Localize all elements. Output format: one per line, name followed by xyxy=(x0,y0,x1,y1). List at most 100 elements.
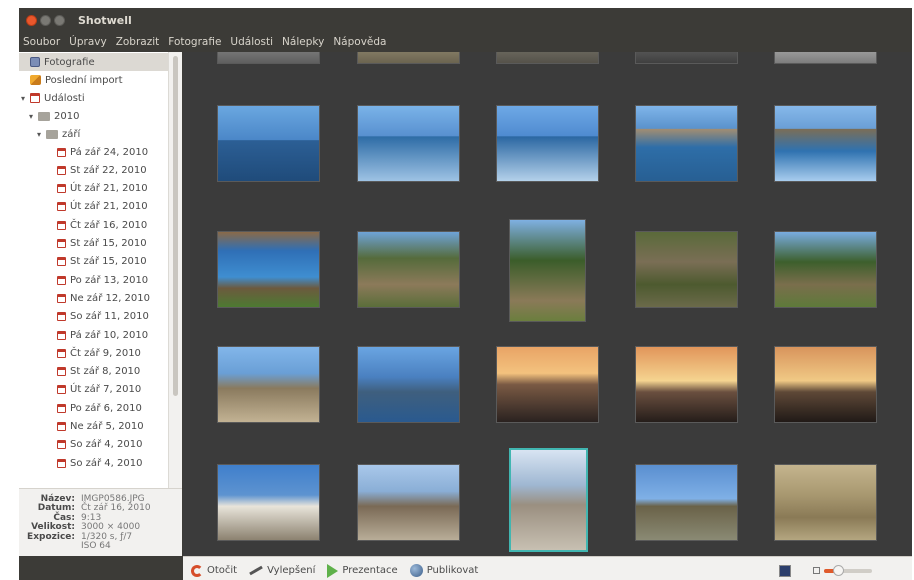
sidebar-item-day[interactable]: Ne zář 12, 2010 xyxy=(57,289,150,307)
menu-napoveda[interactable]: Nápověda xyxy=(333,36,386,48)
meta-exposure-key: Expozice: xyxy=(27,531,75,542)
sidebar-item-day[interactable]: St zář 8, 2010 xyxy=(57,363,140,381)
publish-label: Publikovat xyxy=(426,565,479,576)
expander-down-icon[interactable]: ▾ xyxy=(21,94,30,103)
thumb-sunset-1[interactable] xyxy=(496,346,599,423)
thumb-top-2[interactable] xyxy=(357,52,460,64)
menu-upravy[interactable]: Úpravy xyxy=(69,36,107,48)
slideshow-button[interactable]: Prezentace xyxy=(327,563,398,578)
thumb-church[interactable] xyxy=(217,464,320,541)
thumb-garden[interactable] xyxy=(357,231,460,308)
thumb-top-3[interactable] xyxy=(496,52,599,64)
thumb-mountain[interactable] xyxy=(357,346,460,423)
sidebar-item-day[interactable]: So zář 4, 2010 xyxy=(57,454,142,472)
sidebar-item-day[interactable]: So zář 11, 2010 xyxy=(57,308,149,326)
slideshow-label: Prezentace xyxy=(342,565,398,576)
menu-fotografie[interactable]: Fotografie xyxy=(168,36,221,48)
expander-down-icon[interactable]: ▾ xyxy=(29,112,38,121)
menu-soubor[interactable]: Soubor xyxy=(23,36,60,48)
thumb-sunset-2[interactable] xyxy=(635,346,738,423)
shotwell-window: Shotwell Soubor Úpravy Zobrazit Fotograf… xyxy=(19,8,912,580)
sidebar-item-day[interactable]: Čt zář 9, 2010 xyxy=(57,344,141,362)
zoom-out-icon[interactable] xyxy=(813,567,820,574)
close-icon[interactable] xyxy=(26,14,37,26)
calendar-icon xyxy=(30,93,40,103)
menu-udalosti[interactable]: Události xyxy=(230,36,273,48)
menu-zobrazit[interactable]: Zobrazit xyxy=(116,36,160,48)
bottom-toolbar: Otočit Vylepšení Prezentace Publikovat xyxy=(183,556,912,580)
thumb-lake-3[interactable] xyxy=(496,105,599,182)
sidebar-item-month[interactable]: ▾ září xyxy=(37,125,80,143)
sidebar-item-last-import[interactable]: Poslední import xyxy=(30,71,123,89)
sidebar-item-day[interactable]: Po zář 13, 2010 xyxy=(57,271,148,289)
sidebar-item-day[interactable]: Ne zář 5, 2010 xyxy=(57,418,144,436)
thumb-top-1[interactable] xyxy=(217,52,320,64)
sidebar-item-day[interactable]: St zář 15, 2010 xyxy=(57,253,147,271)
publish-button[interactable]: Publikovat xyxy=(409,564,479,577)
enhance-button[interactable]: Vylepšení xyxy=(249,565,315,576)
thumb-top-5[interactable] xyxy=(774,52,877,64)
thumb-trees[interactable] xyxy=(509,219,586,322)
photos-icon xyxy=(30,57,40,67)
scrollbar-thumb[interactable] xyxy=(173,56,178,396)
expander-down-icon[interactable]: ▾ xyxy=(37,130,46,139)
sidebar-scrollbar[interactable] xyxy=(168,52,182,488)
sidebar-item-day[interactable]: St zář 22, 2010 xyxy=(57,161,147,179)
rotate-button[interactable]: Otočit xyxy=(191,564,237,577)
sidebar-item-day[interactable]: Út zář 7, 2010 xyxy=(57,381,141,399)
maximize-icon[interactable] xyxy=(54,14,65,26)
zoom-slider[interactable] xyxy=(824,564,872,576)
sidebar-item-label: Události xyxy=(44,92,85,104)
thumb-map-sign[interactable] xyxy=(217,231,320,308)
thumb-selected[interactable] xyxy=(509,448,588,552)
calendar-icon xyxy=(57,239,66,248)
thumb-lake-1[interactable] xyxy=(217,105,320,182)
thumb-lake-4[interactable] xyxy=(635,105,738,182)
thumb-lake-2[interactable] xyxy=(357,105,460,182)
calendar-icon xyxy=(57,385,66,395)
sidebar-item-photos[interactable]: Fotografie xyxy=(19,53,168,71)
sidebar-item-label: So zář 4, 2010 xyxy=(70,439,143,451)
rotate-icon xyxy=(191,564,203,577)
thumb-top-4[interactable] xyxy=(635,52,738,64)
view-mode-icon[interactable] xyxy=(779,564,791,577)
thumb-shore[interactable] xyxy=(217,346,320,423)
thumb-plaza[interactable] xyxy=(357,464,460,541)
sidebar-item-day[interactable]: Pá zář 10, 2010 xyxy=(57,326,148,344)
calendar-icon xyxy=(57,422,66,431)
photo-grid xyxy=(183,52,912,556)
sidebar-item-day[interactable]: Po zář 6, 2010 xyxy=(57,399,142,417)
sidebar-item-day[interactable]: Út zář 21, 2010 xyxy=(57,180,148,198)
sidebar-item-year[interactable]: ▾ 2010 xyxy=(29,107,79,125)
thumb-llamas[interactable] xyxy=(774,464,877,541)
sidebar-item-label: Čt zář 16, 2010 xyxy=(70,219,148,231)
sidebar-item-label: St zář 15, 2010 xyxy=(70,238,147,249)
calendar-icon xyxy=(57,403,66,413)
sidebar-item-day[interactable]: Pá zář 24, 2010 xyxy=(57,143,148,161)
sidebar-item-day[interactable]: Út zář 21, 2010 xyxy=(57,198,148,216)
thumb-ruins[interactable] xyxy=(635,231,738,308)
calendar-icon xyxy=(57,165,66,175)
minimize-icon[interactable] xyxy=(40,14,51,26)
thumb-sunset-3[interactable] xyxy=(774,346,877,423)
sidebar-item-label: Ne zář 5, 2010 xyxy=(70,421,144,432)
calendar-icon xyxy=(57,257,66,267)
thumb-lake-5[interactable] xyxy=(774,105,877,182)
sidebar-item-label: So zář 11, 2010 xyxy=(70,311,149,323)
sidebar-item-day[interactable]: So zář 4, 2010 xyxy=(57,436,142,454)
calendar-icon xyxy=(57,184,66,194)
sidebar-item-day[interactable]: St zář 15, 2010 xyxy=(57,235,147,253)
meta-iso-value: ISO 64 xyxy=(81,540,111,551)
sidebar-item-events[interactable]: ▾ Události xyxy=(21,89,85,107)
sidebar-item-label: Fotografie xyxy=(44,56,95,68)
sidebar-item-label: Čt zář 9, 2010 xyxy=(70,347,141,359)
thumb-hill[interactable] xyxy=(774,231,877,308)
sidebar-item-label: So zář 4, 2010 xyxy=(70,457,143,469)
menu-nalepky[interactable]: Nálepky xyxy=(282,36,324,48)
sidebar-item-label: Poslední import xyxy=(45,74,123,86)
sidebar-item-label: Út zář 7, 2010 xyxy=(70,384,142,396)
window-title: Shotwell xyxy=(78,13,132,27)
sidebar-item-day[interactable]: Čt zář 16, 2010 xyxy=(57,216,147,234)
zoom-slider-knob[interactable] xyxy=(833,564,845,576)
thumb-plain[interactable] xyxy=(635,464,738,541)
